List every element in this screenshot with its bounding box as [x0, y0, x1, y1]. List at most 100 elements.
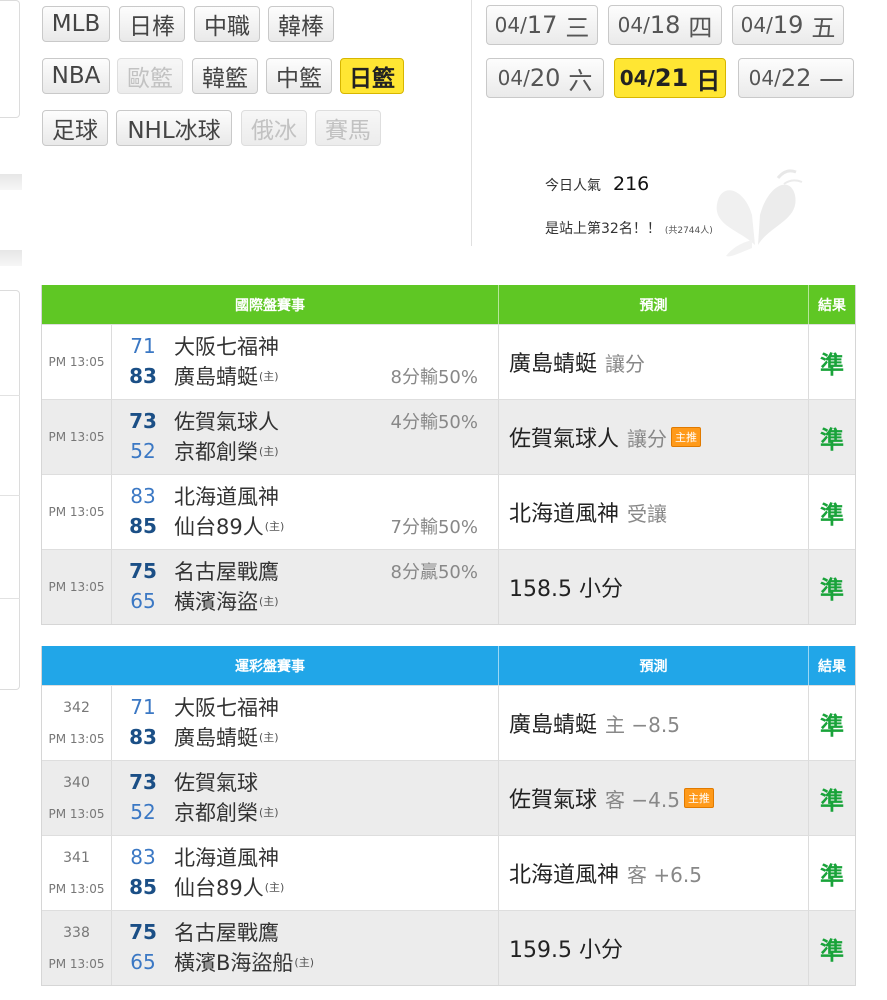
date-month: 04/ — [619, 66, 655, 90]
prediction-line: 客 −4.5 — [605, 787, 680, 812]
left-panel-divider — [0, 250, 22, 266]
team-score: 83 — [130, 845, 156, 869]
date-button-0420[interactable]: 04/20 六 — [486, 58, 604, 98]
result-mark: 準 — [820, 936, 844, 965]
teams-cell: 75 名古屋戰鷹 65 橫濱B海盜船 (主) — [112, 911, 499, 985]
team-line: 83 北海道風神 — [112, 842, 498, 872]
team-name: 大阪七福神 — [174, 696, 279, 720]
time-cell: 341 PM 13:05 — [42, 836, 112, 910]
time-cell: 338 PM 13:05 — [42, 911, 112, 985]
team-score: 83 — [129, 725, 157, 749]
game-time: PM 13:05 — [48, 957, 105, 971]
game-time: PM 13:05 — [48, 355, 105, 369]
date-button-0419[interactable]: 04/19 五 — [732, 5, 844, 45]
popularity-count: 216 — [613, 173, 650, 195]
sport-button-kbo[interactable]: 韓棒 — [268, 6, 334, 42]
prediction-type: 讓分 — [627, 426, 668, 451]
sport-button-horse-racing[interactable]: 賽馬 — [315, 110, 381, 146]
game-time: PM 13:05 — [48, 430, 105, 444]
team-name: 廣島蜻蜓 — [174, 726, 258, 750]
prediction-cell: 159.5 小分 — [499, 911, 809, 985]
table-row[interactable]: 341 PM 13:05 83 北海道風神 85 仙台89人 (主) 北海道風神… — [42, 835, 855, 910]
prediction-pick: 佐賀氣球 — [509, 788, 598, 813]
team-name: 大阪七福神 — [174, 335, 279, 359]
date-button-0417[interactable]: 04/17 三 — [486, 5, 598, 45]
left-panel-line — [0, 598, 20, 599]
date-day: 21 — [654, 64, 689, 92]
result-mark: 準 — [820, 350, 844, 379]
teams-cell: 83 北海道風神 85 仙台89人 (主) — [112, 836, 499, 910]
left-panel-divider — [0, 174, 22, 190]
home-marker: (主) — [294, 956, 315, 969]
table-row[interactable]: PM 13:05 73 佐賀氣球人 4分輸50% 52 京都創榮 (主) 佐賀氣… — [42, 399, 855, 474]
team-score: 71 — [130, 334, 156, 358]
team-name: 佐賀氣球人 — [174, 410, 279, 434]
sport-button-sbl[interactable]: 中籃 — [266, 58, 332, 94]
time-cell: 342 PM 13:05 — [42, 686, 112, 760]
team-score: 52 — [130, 439, 156, 463]
game-number: 338 — [63, 925, 90, 941]
sport-button-kbl[interactable]: 韓籃 — [192, 58, 258, 94]
team-line: 71 大阪七福神 — [112, 331, 498, 361]
prediction-cell: 廣島蜻蜓 主 −8.5 — [499, 686, 809, 760]
sport-button-cpbl[interactable]: 中職 — [194, 6, 260, 42]
table-row[interactable]: PM 13:05 71 大阪七福神 83 廣島蜻蜓 (主) 8分輸50% 廣島蜻… — [42, 324, 855, 399]
spread-result: 7分輸50% — [390, 517, 478, 538]
team-line: 65 橫濱海盜 (主) — [112, 586, 498, 616]
team-line: 83 北海道風神 — [112, 481, 498, 511]
table-row[interactable]: PM 13:05 75 名古屋戰鷹 8分贏50% 65 橫濱海盜 (主) 158… — [42, 549, 855, 624]
spread-result: 4分輸50% — [390, 412, 478, 433]
teams-cell: 71 大阪七福神 83 廣島蜻蜓 (主) — [112, 686, 499, 760]
home-marker: (主) — [264, 520, 285, 533]
teams-cell: 71 大阪七福神 83 廣島蜻蜓 (主) 8分輸50% — [112, 325, 499, 399]
sport-button-soccer[interactable]: 足球 — [42, 110, 108, 146]
prediction-pick: 廣島蜻蜓 — [509, 713, 598, 738]
header-result: 結果 — [818, 297, 846, 314]
team-name: 京都創榮 — [174, 801, 258, 825]
team-line: 73 佐賀氣球人 4分輸50% — [112, 406, 498, 436]
table-header: 運彩盤賽事 預測 結果 — [42, 646, 855, 685]
result-mark: 準 — [820, 575, 844, 604]
prediction-pick: 北海道風神 — [509, 863, 620, 888]
sport-button-khl[interactable]: 俄冰 — [241, 110, 307, 146]
header-divider — [471, 0, 472, 246]
time-cell: PM 13:05 — [42, 475, 112, 549]
table-row[interactable]: PM 13:05 83 北海道風神 85 仙台89人 (主) 7分輸50% 北海… — [42, 474, 855, 549]
prediction-pick: 159.5 小分 — [509, 938, 623, 963]
team-name: 北海道風神 — [174, 485, 279, 509]
game-time: PM 13:05 — [48, 732, 105, 746]
sport-button-jpn-basketball[interactable]: 日籃 — [340, 58, 404, 94]
result-mark: 準 — [820, 500, 844, 529]
date-button-0421[interactable]: 04/21 日 — [614, 58, 726, 98]
table-row[interactable]: 338 PM 13:05 75 名古屋戰鷹 65 橫濱B海盜船 (主) 159.… — [42, 910, 855, 985]
team-score: 75 — [129, 920, 157, 944]
sport-button-euro-basketball[interactable]: 歐籃 — [117, 58, 183, 94]
popularity-label: 今日人氣 — [545, 178, 601, 194]
game-number: 341 — [63, 850, 90, 866]
featured-badge: 主推 — [671, 427, 702, 447]
sport-button-nhl[interactable]: NHL冰球 — [116, 110, 232, 146]
team-line: 73 佐賀氣球 — [112, 767, 498, 797]
table-row[interactable]: 342 PM 13:05 71 大阪七福神 83 廣島蜻蜓 (主) 廣島蜻蜓 主… — [42, 685, 855, 760]
home-marker: (主) — [264, 881, 285, 894]
table-row[interactable]: 340 PM 13:05 73 佐賀氣球 52 京都創榮 (主) 佐賀氣球 客 … — [42, 760, 855, 835]
date-button-0422[interactable]: 04/22 一 — [738, 58, 854, 98]
sport-button-mlb[interactable]: MLB — [42, 6, 110, 42]
date-button-0418[interactable]: 04/18 四 — [608, 5, 722, 45]
team-name: 名古屋戰鷹 — [174, 921, 279, 945]
sport-button-nba[interactable]: NBA — [42, 58, 110, 94]
left-panel-edge — [0, 0, 22, 1000]
home-marker: (主) — [259, 731, 279, 744]
rank-line: 是站上第32名！！ (共2744人) — [545, 218, 713, 238]
sport-button-npb[interactable]: 日棒 — [119, 6, 185, 42]
game-time: PM 13:05 — [48, 882, 105, 896]
prediction-cell: 佐賀氣球 客 −4.5 主推 — [499, 761, 809, 835]
team-score: 75 — [129, 559, 157, 583]
header-prediction: 預測 — [499, 646, 809, 685]
prediction-type: 受讓 — [627, 501, 668, 526]
home-marker: (主) — [259, 370, 279, 383]
result-mark: 準 — [820, 425, 844, 454]
prediction-type: 讓分 — [605, 351, 646, 376]
team-score: 85 — [129, 514, 157, 538]
time-cell: PM 13:05 — [42, 400, 112, 474]
